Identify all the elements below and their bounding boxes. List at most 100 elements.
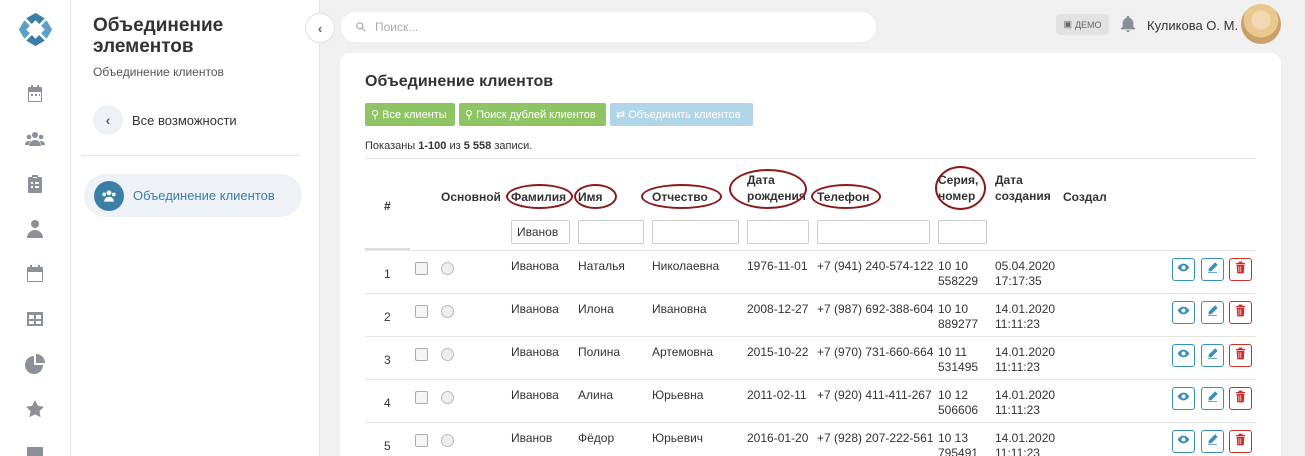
pencil-icon [1206,390,1219,408]
cell-passport-number: 889277 [938,317,979,331]
trash-icon [1234,390,1247,408]
sidebar-subtitle: Объединение клиентов [93,65,224,79]
column-header-last-name[interactable]: Фамилия [511,189,566,205]
view-button[interactable] [1172,344,1195,367]
row-checkbox[interactable] [415,348,428,361]
cell-created-time: 11:11:23 [995,446,1040,456]
demo-badge[interactable]: ▣ ДЕМО [1056,14,1109,35]
chevron-left-icon[interactable]: ‹ [93,105,123,135]
row-checkbox[interactable] [415,305,428,318]
eye-icon [1177,347,1190,365]
edit-button[interactable] [1201,301,1224,324]
row-checkbox[interactable] [415,391,428,404]
edit-button[interactable] [1201,387,1224,410]
row-checkbox[interactable] [415,262,428,275]
cell-first-name: Алина [578,388,614,402]
cell-created-time: 11:11:23 [995,403,1040,417]
summary-prefix: Показаны [365,140,419,152]
edit-button[interactable] [1201,344,1224,367]
eye-icon [1177,433,1190,451]
bell-icon[interactable] [1119,15,1137,33]
main-radio[interactable] [441,391,454,404]
search-input[interactable] [375,20,855,34]
sidebar-item-label: Объединение клиентов [133,188,275,203]
filter-passport[interactable] [938,220,987,244]
cell-passport-series: 10 12 [938,388,969,402]
column-header-main[interactable]: Основной [441,189,501,205]
calendar-icon[interactable] [25,84,45,104]
delete-button[interactable] [1229,387,1252,410]
user-name[interactable]: Куликова О. М. [1147,18,1238,33]
filter-phone[interactable] [817,220,930,244]
column-header-first-name[interactable]: Имя [578,189,603,205]
row-checkbox[interactable] [415,434,428,447]
logo-icon[interactable] [17,11,54,48]
column-header-birth-date[interactable]: Дата рождения [747,172,806,204]
avatar[interactable] [1241,4,1281,44]
merge-clients-button[interactable]: ⇄ Объединить клиентов [610,103,753,126]
view-button[interactable] [1172,258,1195,281]
cell-patronymic: Юрьевна [652,388,704,402]
table-icon[interactable] [25,309,45,329]
cell-created-time: 11:11:23 [995,360,1040,374]
filter-last-name[interactable] [511,220,570,244]
cell-last-name: Иванов [511,431,553,445]
main-radio[interactable] [441,434,454,447]
sidebar-item-merge-clients[interactable]: Объединение клиентов [84,174,302,217]
table-row: 5 Иванов Фёдор Юрьевич 2016-01-20 +7 (928) 20… [365,422,1256,456]
birth-date-line1: Дата [747,173,775,187]
column-header-num: # [384,199,391,213]
pie-chart-icon[interactable] [25,354,45,374]
cell-passport-series: 10 13 [938,431,969,445]
collapse-sidebar-button[interactable]: ‹ [305,13,335,43]
column-header-phone[interactable]: Телефон [817,189,869,205]
delete-button[interactable] [1229,258,1252,281]
main-radio[interactable] [441,348,454,361]
main-radio[interactable] [441,262,454,275]
star-icon[interactable] [25,399,45,419]
cell-passport-number: 531495 [938,360,979,374]
cell-phone: +7 (987) 692-388-604 [817,302,934,316]
edit-button[interactable] [1201,258,1224,281]
column-header-created[interactable]: Дата создания [995,172,1051,204]
main-card: Объединение клиентов ⚲ Все клиенты ⚲ Поиск… [340,53,1281,456]
cell-phone: +7 (920) 411-411-267 [817,388,932,402]
cell-birth-date: 2008-12-27 [747,302,809,316]
clipboard-icon[interactable] [25,174,45,194]
find-duplicates-button[interactable]: ⚲ Поиск дублей клиентов [459,103,606,126]
cell-passport-series: 10 11 [938,345,968,359]
section-sidebar: Объединение элементов Объединение клиент… [71,0,320,456]
pencil-icon [1206,261,1219,279]
search-icon: ⚲ [371,109,380,121]
doctor-icon[interactable] [25,219,45,239]
table-top-border [365,158,1256,159]
delete-button[interactable] [1229,344,1252,367]
cell-created-date: 14.01.2020 [995,431,1056,445]
view-button[interactable] [1172,430,1195,453]
filter-patronymic[interactable] [652,220,739,244]
search-bar[interactable] [341,12,876,42]
all-clients-button[interactable]: ⚲ Все клиенты [365,103,455,126]
chat-icon[interactable] [25,444,45,456]
view-button[interactable] [1172,301,1195,324]
created-line1: Дата [995,173,1023,187]
users-icon [94,180,124,211]
delete-button[interactable] [1229,430,1252,453]
column-header-patronymic[interactable]: Отчество [652,189,708,205]
view-button[interactable] [1172,387,1195,410]
back-label[interactable]: Все возможности [132,113,237,128]
exchange-icon: ⇄ [616,109,626,121]
row-number: 5 [384,439,391,453]
schedule-icon[interactable] [25,264,45,284]
passport-line2: номер [938,189,976,203]
back-to-features[interactable]: ‹ Все возможности [93,105,237,135]
filter-first-name[interactable] [578,220,644,244]
users-icon[interactable] [25,129,45,149]
filter-birth-date[interactable] [747,220,809,244]
edit-button[interactable] [1201,430,1224,453]
summary-mid: из [446,140,464,152]
column-header-passport[interactable]: Серия, номер [938,172,978,204]
main-radio[interactable] [441,305,454,318]
column-header-author[interactable]: Создал [1063,189,1107,205]
delete-button[interactable] [1229,301,1252,324]
